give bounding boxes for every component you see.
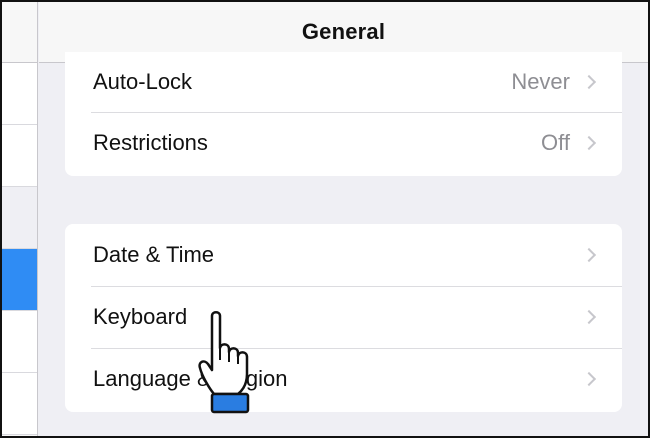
row-label: Keyboard	[93, 304, 188, 329]
chevron-right-icon	[581, 247, 597, 263]
auto-lock-row[interactable]: Auto-Lock Never	[65, 52, 622, 112]
master-list-gap	[2, 187, 37, 249]
hand-pointer-icon	[198, 311, 250, 414]
master-list-pane	[2, 2, 38, 436]
row-label: Auto-Lock	[93, 69, 193, 94]
row-value: Never	[511, 69, 570, 94]
master-list-item[interactable]	[2, 125, 37, 187]
restrictions-row[interactable]: Restrictions Off	[65, 112, 622, 174]
settings-window: General Auto-Lock Never Restrictions Off…	[0, 0, 650, 438]
chevron-right-icon	[581, 74, 597, 90]
chevron-right-icon	[581, 371, 597, 387]
row-value: Off	[541, 130, 570, 155]
master-list-item[interactable]	[2, 311, 37, 373]
date-time-row[interactable]: Date & Time	[65, 224, 622, 286]
settings-group-locale: Date & Time Keyboard Language & Region	[65, 224, 622, 412]
row-label: Date & Time	[93, 242, 215, 267]
chevron-right-icon	[581, 309, 597, 325]
master-list-item[interactable]	[2, 63, 37, 125]
master-nav-bar	[2, 2, 37, 63]
language-region-row[interactable]: Language & Region	[65, 348, 622, 410]
row-label: Language & Region	[93, 366, 288, 391]
page-title: General	[301, 19, 386, 44]
settings-group-security: Auto-Lock Never Restrictions Off	[65, 52, 622, 176]
master-list-item[interactable]	[2, 373, 37, 435]
keyboard-row[interactable]: Keyboard	[65, 286, 622, 348]
master-list-item-selected[interactable]	[2, 249, 37, 311]
row-label: Restrictions	[93, 130, 208, 155]
chevron-right-icon	[581, 135, 597, 151]
detail-pane: General Auto-Lock Never Restrictions Off…	[39, 2, 648, 436]
